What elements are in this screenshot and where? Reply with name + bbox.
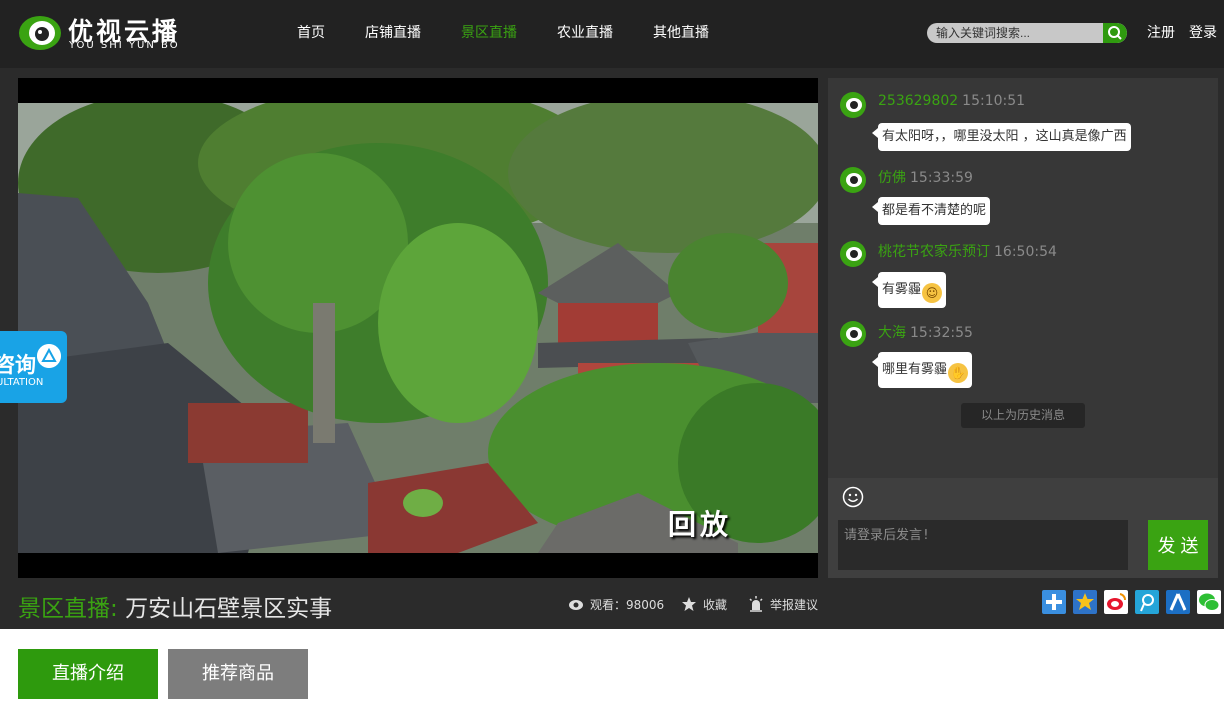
stream-category: 景区直播: (18, 596, 118, 622)
logo-subtitle: YOU SHI YUN BO (69, 40, 180, 51)
video-player[interactable]: 回放 (18, 78, 818, 578)
search-input[interactable] (927, 23, 1103, 43)
user-avatar-icon (840, 167, 866, 193)
renren-icon[interactable] (1166, 590, 1190, 614)
chat-username[interactable]: 大海 (878, 325, 906, 341)
tencent-weibo-icon[interactable] (1135, 590, 1159, 614)
stream-title: 景区直播: 万安山石壁景区实事 (18, 589, 332, 623)
search-icon (1108, 26, 1122, 40)
chat-message-header: 桃花节农家乐预订 16:50:54 (878, 241, 1057, 261)
send-button[interactable]: 发 送 (1148, 520, 1208, 570)
chat-message-header: 大海 15:32:55 (878, 322, 973, 342)
nav-shop-live[interactable]: 店铺直播 (365, 0, 421, 68)
chat-panel: 253629802 15:10:51 有太阳呀，，哪里没太阳 ，这山真是像广西 仿… (828, 78, 1218, 478)
top-navigation-bar: 优视云播 YOU SHI YUN BO 首页 店铺直播 景区直播 农业直播 其他… (0, 0, 1224, 68)
nav-home[interactable]: 首页 (297, 0, 325, 68)
replay-label: 回放 (668, 508, 733, 541)
consultation-float-button[interactable]: 咨询 ULTATION (0, 331, 67, 403)
stream-name: 万安山石壁景区实事 (125, 596, 333, 622)
eye-icon (569, 600, 583, 610)
history-divider: 以上为历史消息 (961, 403, 1085, 428)
chat-message-text: 有太阳呀，，哪里没太阳 ，这山真是像广西 (882, 129, 1127, 144)
consult-label: 咨询 (0, 353, 36, 377)
chat-message-text: 都是看不清楚的呢 (882, 203, 987, 218)
user-avatar-icon (840, 321, 866, 347)
eye-logo-icon (19, 16, 61, 50)
chat-username[interactable]: 仿佛 (878, 170, 906, 186)
chat-timestamp: 15:10:51 (962, 93, 1026, 109)
user-avatar-icon (840, 92, 866, 118)
report-label: 举报建议 (770, 598, 819, 612)
wechat-icon[interactable] (1197, 590, 1221, 614)
view-count-text: 观看：98006 (590, 598, 665, 612)
star-share-icon[interactable] (1073, 590, 1097, 614)
tab-live-intro[interactable]: 直播介绍 (18, 649, 158, 699)
chat-message-bubble: 都是看不清楚的呢 (871, 197, 991, 225)
consult-sub-label: ULTATION (0, 377, 44, 388)
favorite-button[interactable]: 收藏 (681, 596, 727, 613)
nav-scenic-live[interactable]: 景区直播 (461, 0, 517, 68)
chat-message-header: 仿佛 15:33:59 (878, 167, 973, 187)
qq-space-icon[interactable] (1042, 590, 1066, 614)
live-stage: 回放 咨询 ULTATION 景区直播: 万安山石壁景区实事 观看：98006 … (0, 68, 1224, 629)
chat-timestamp: 16:50:54 (994, 244, 1057, 260)
weibo-icon[interactable] (1104, 590, 1128, 614)
chat-username[interactable]: 253629802 (878, 93, 958, 109)
chat-message-text: 有雾霾 (882, 282, 922, 297)
search-button[interactable] (1103, 23, 1127, 43)
consult-chat-icon (37, 344, 61, 368)
chat-message-bubble: 哪里有雾霾 ✋ (871, 352, 973, 388)
search-box (927, 23, 1127, 43)
favorite-label: 收藏 (703, 598, 728, 612)
video-frame-temple-scene: 回放 (18, 103, 818, 553)
chat-timestamp: 15:33:59 (910, 170, 973, 186)
report-button[interactable]: 举报建议 (748, 596, 818, 613)
emoji-picker-icon[interactable] (842, 486, 864, 508)
site-logo[interactable]: 优视云播 YOU SHI YUN BO (18, 12, 198, 56)
chat-input-area: 发 送 (828, 478, 1218, 578)
chat-message-bubble: 有太阳呀，，哪里没太阳 ，这山真是像广西 (872, 123, 1131, 151)
chat-username[interactable]: 桃花节农家乐预订 (878, 244, 990, 260)
nav-agriculture-live[interactable]: 农业直播 (557, 0, 613, 68)
grin-emoji-icon: ☺ (922, 283, 943, 303)
register-link[interactable]: 注册 (1147, 0, 1175, 66)
chat-message-bubble: 有雾霾 ☺ (871, 272, 947, 308)
pray-emoji-icon: ✋ (948, 363, 969, 383)
chat-message-header: 253629802 15:10:51 (878, 93, 1025, 109)
login-link[interactable]: 登录 (1189, 0, 1217, 66)
chat-timestamp: 15:32:55 (910, 325, 973, 341)
tab-recommended-products[interactable]: 推荐商品 (168, 649, 308, 699)
chat-message-input[interactable] (838, 520, 1128, 570)
view-count: 观看：98006 (568, 596, 664, 613)
alarm-icon (749, 596, 763, 612)
user-avatar-icon (840, 241, 866, 267)
chat-message-text: 哪里有雾霾 (882, 362, 948, 377)
nav-other-live[interactable]: 其他直播 (653, 0, 709, 68)
star-icon (682, 597, 696, 611)
